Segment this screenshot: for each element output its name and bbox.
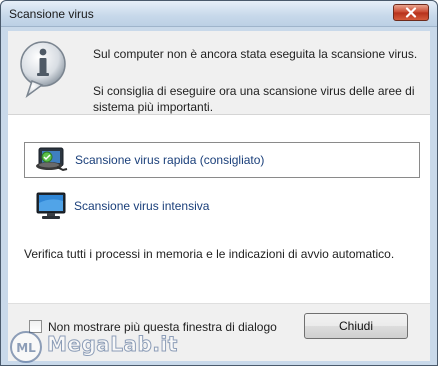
content-pane: Scansione virus rapida (consigliato) Sca…	[8, 115, 430, 303]
close-icon	[405, 7, 417, 18]
full-scan-option[interactable]: Scansione virus intensiva	[24, 188, 420, 224]
svg-text:ML: ML	[16, 341, 36, 355]
quick-scan-label: Scansione virus rapida (consigliato)	[75, 153, 265, 167]
quick-scan-option[interactable]: Scansione virus rapida (consigliato)	[24, 142, 420, 178]
title-bar[interactable]: Scansione virus	[1, 1, 437, 27]
close-button[interactable]: Chiudi	[304, 313, 408, 339]
watermark-logo: ML MegaLab.it	[7, 326, 187, 366]
window-title: Scansione virus	[9, 7, 94, 21]
header-status-text: Sul computer non è ancora stata eseguita…	[93, 47, 418, 61]
header-pane: Sul computer non è ancora stata eseguita…	[8, 31, 430, 115]
monitor-icon	[36, 192, 66, 219]
scan-description: Verifica tutti i processi in memoria e l…	[24, 247, 395, 261]
header-recommendation-text: Si consiglia di eseguire ora una scansio…	[93, 84, 415, 114]
window-close-button[interactable]	[393, 4, 429, 21]
full-scan-label: Scansione virus intensiva	[74, 199, 210, 213]
megalab-logo-icon: ML	[10, 331, 42, 363]
dialog-window: Scansione virus Sul computer non è ancor…	[0, 0, 438, 366]
info-bubble-icon	[20, 41, 66, 98]
quick-scan-icon	[36, 147, 68, 172]
watermark-text: MegaLab.it	[47, 332, 178, 357]
